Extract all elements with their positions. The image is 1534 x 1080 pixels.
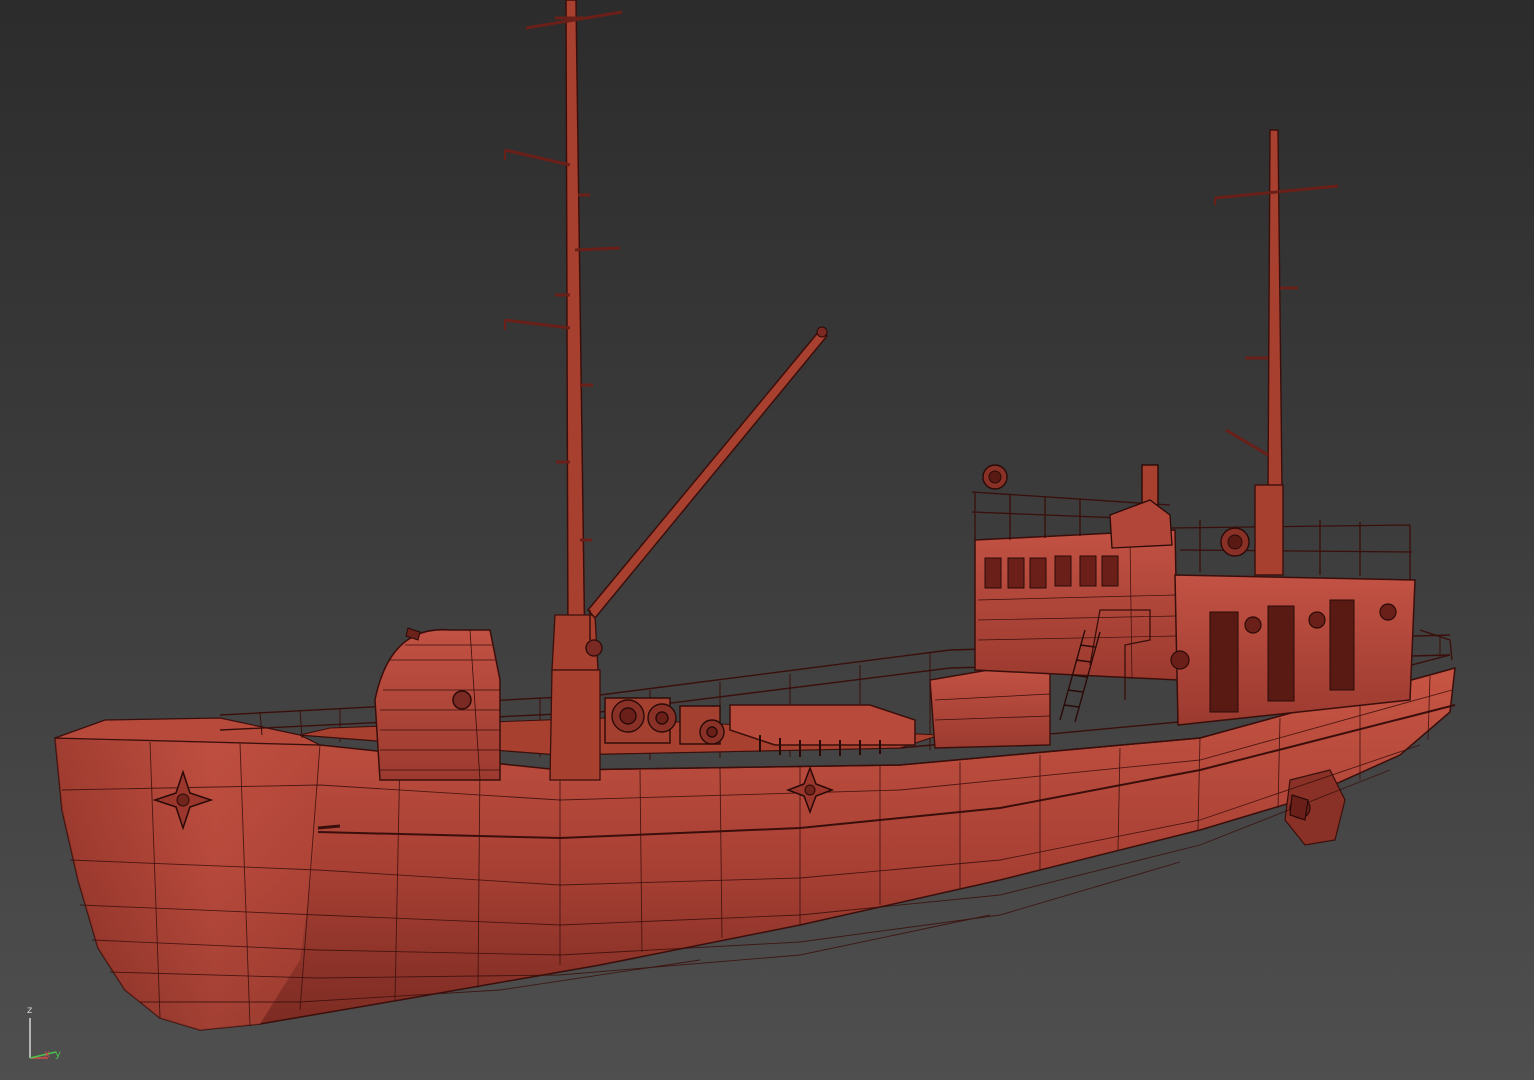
axis-x-label: x <box>44 1049 50 1060</box>
wheelhouse-window <box>984 557 1002 589</box>
porthole <box>1308 611 1326 629</box>
trawl-gallows[interactable] <box>374 627 501 781</box>
foremast[interactable] <box>504 0 623 781</box>
cabin-door <box>1329 599 1355 691</box>
funnel[interactable] <box>1109 464 1173 549</box>
mainmast[interactable] <box>1214 129 1339 576</box>
3d-viewport[interactable]: z x y <box>0 0 1534 1080</box>
porthole <box>1379 603 1397 621</box>
axis-gizmo[interactable]: z x y <box>18 1006 68 1066</box>
derrick-boom[interactable] <box>585 326 829 657</box>
cabin-door <box>1209 611 1239 713</box>
porthole <box>1170 650 1190 670</box>
winch-group[interactable] <box>604 697 725 745</box>
ship-model[interactable] <box>0 0 1534 1080</box>
axis-y-label: y <box>55 1049 61 1060</box>
wheelhouse <box>974 529 1179 681</box>
porthole <box>1244 616 1262 634</box>
axis-z-label: z <box>27 1005 33 1016</box>
hull-bow-shade <box>55 738 320 1030</box>
cabin-door <box>1267 605 1295 702</box>
deckhouse-lower <box>929 667 1051 749</box>
